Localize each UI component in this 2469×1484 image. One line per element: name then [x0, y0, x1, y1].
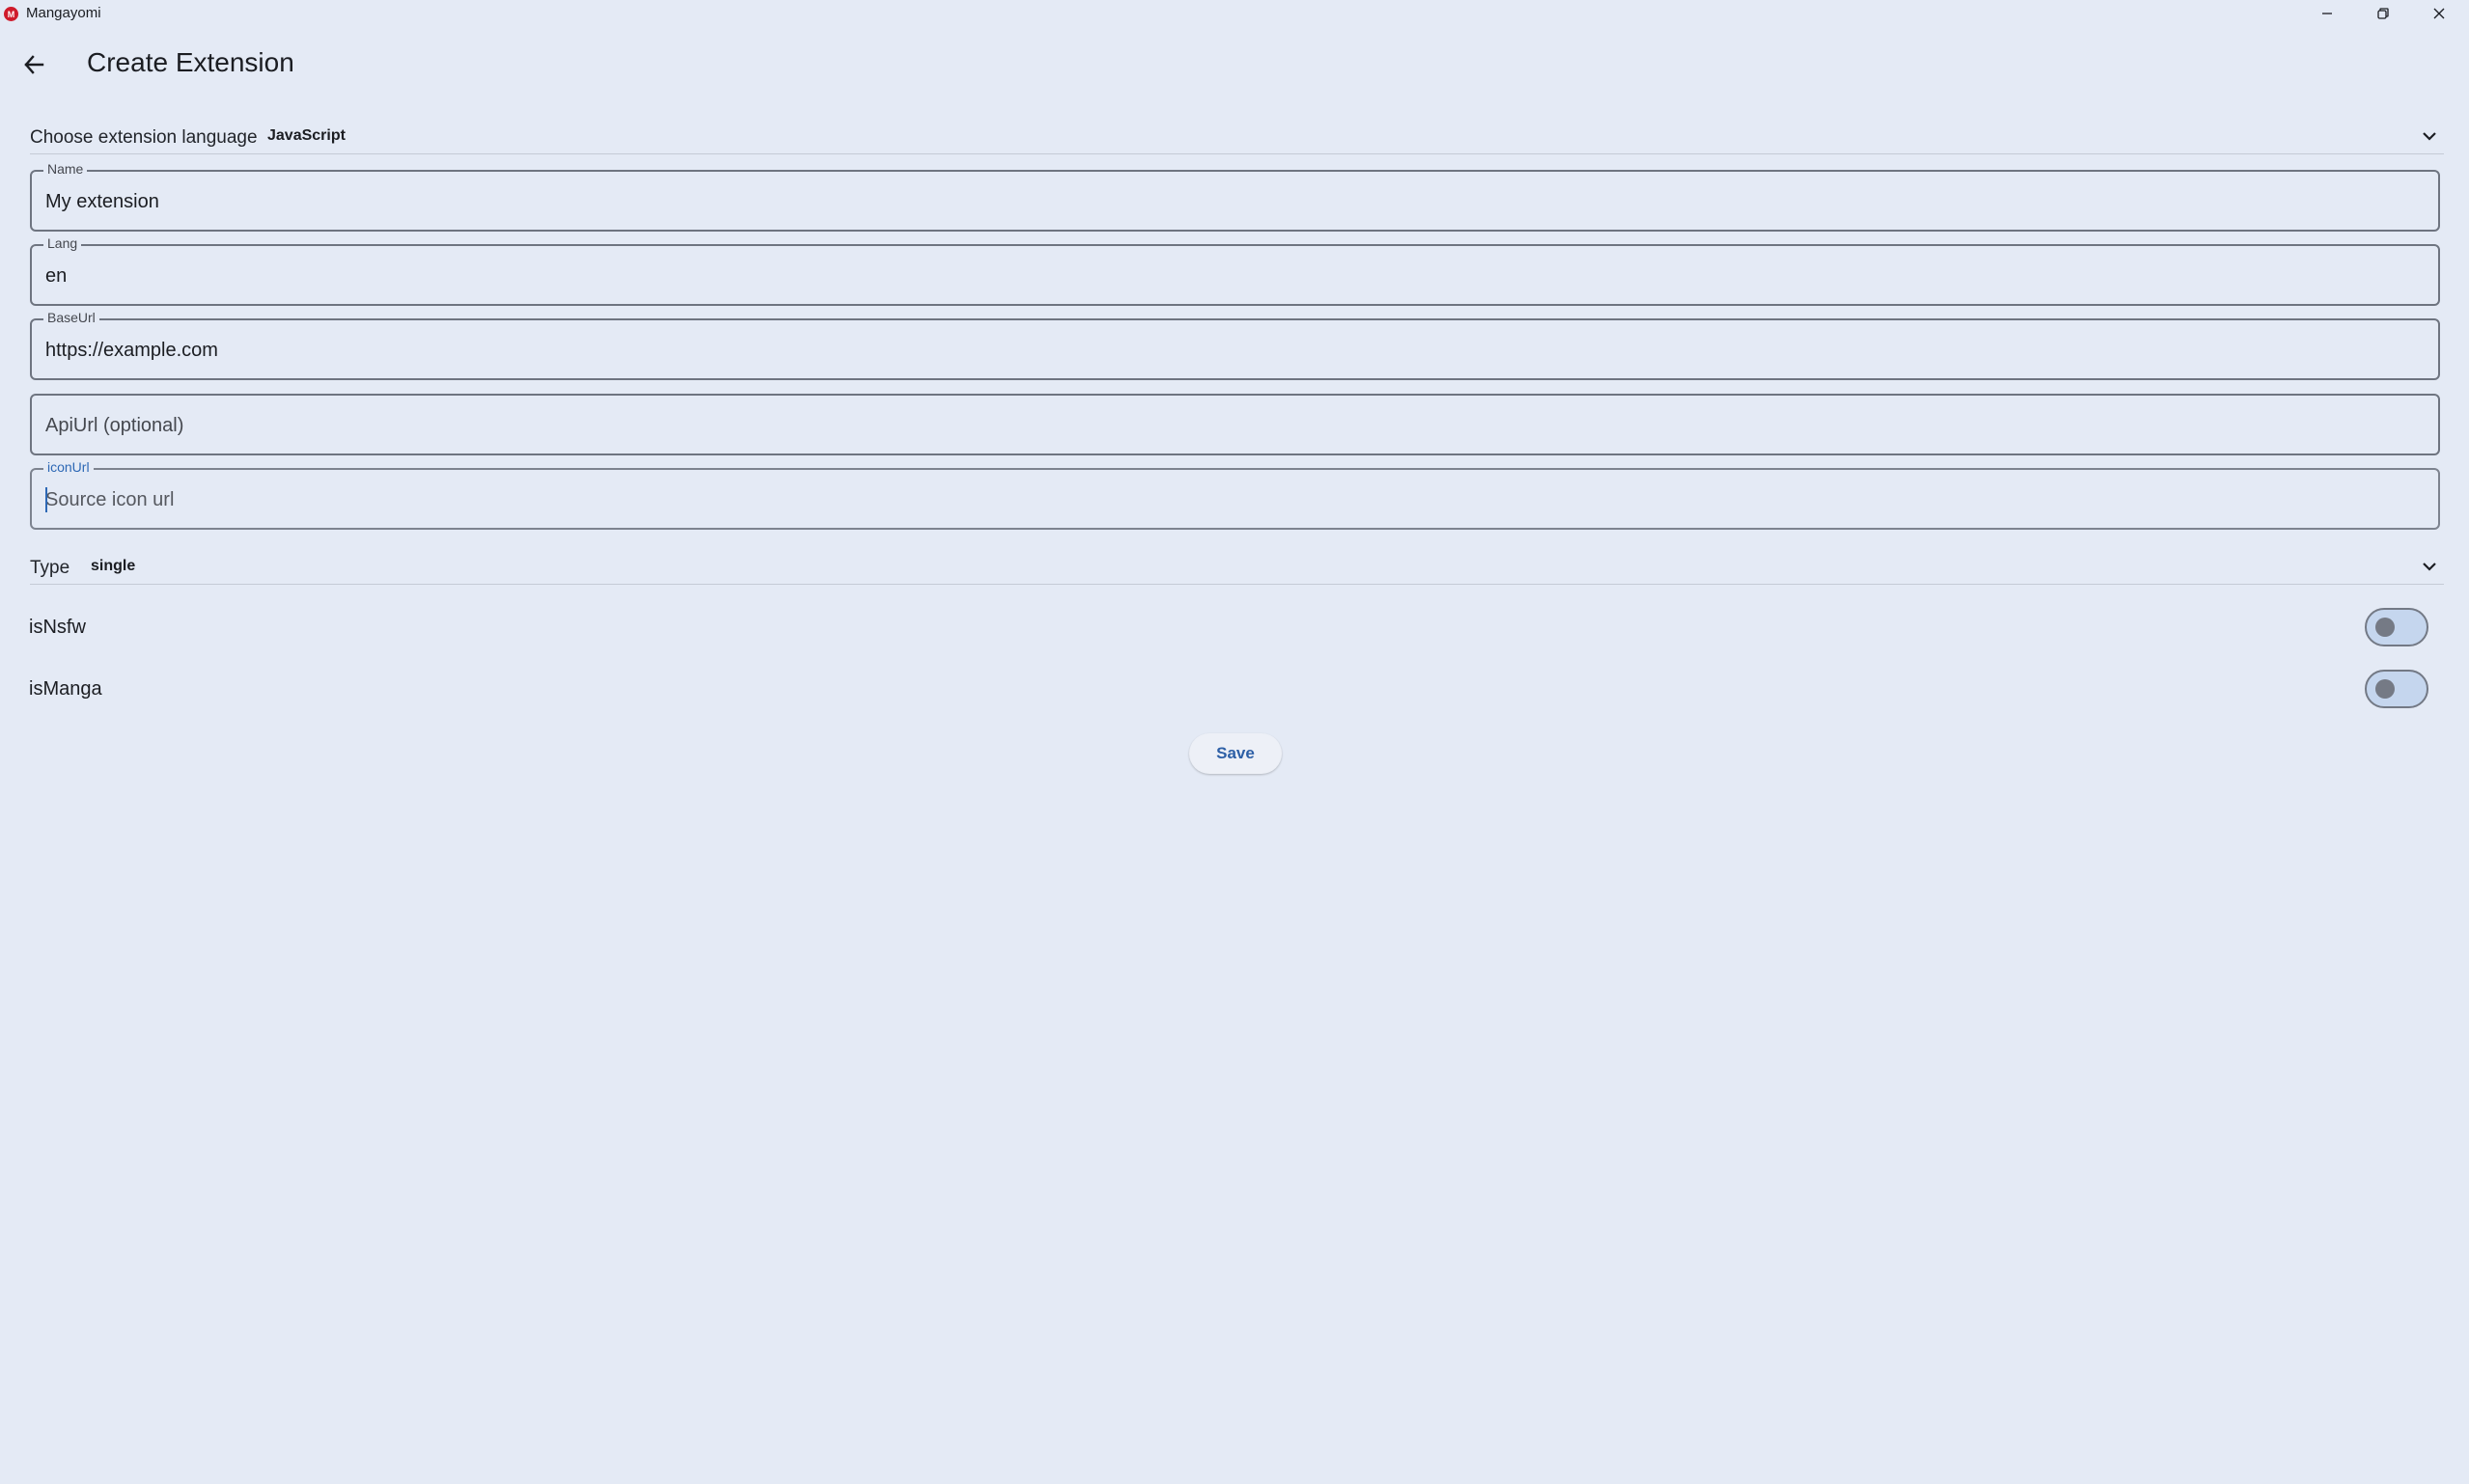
api-url-field[interactable]: ApiUrl (optional)	[30, 394, 2440, 455]
save-button[interactable]: Save	[1189, 733, 1282, 774]
switch-knob	[2375, 618, 2395, 637]
lang-field[interactable]: Lang en	[30, 235, 2440, 306]
icon-url-field-placeholder[interactable]: Source icon url	[45, 489, 174, 511]
chevron-down-icon[interactable]	[2421, 558, 2438, 575]
chevron-down-icon[interactable]	[2421, 127, 2438, 145]
is-nsfw-switch[interactable]	[2365, 608, 2428, 646]
close-icon	[2433, 8, 2445, 19]
icon-url-field[interactable]: iconUrl Source icon url	[30, 459, 2440, 530]
switch-knob	[2375, 679, 2395, 699]
minimize-button[interactable]	[2299, 0, 2355, 27]
restore-icon	[2377, 8, 2389, 19]
base-url-field[interactable]: BaseUrl https://example.com	[30, 310, 2440, 380]
lang-field-label: Lang	[43, 235, 82, 251]
close-window-button[interactable]	[2411, 0, 2467, 27]
is-nsfw-row: isNsfw	[29, 606, 2444, 648]
arrow-left-icon	[24, 55, 44, 74]
extension-language-label: Choose extension language	[30, 127, 258, 148]
type-select[interactable]: Type single	[30, 552, 2444, 585]
name-field[interactable]: Name My extension	[30, 161, 2440, 232]
lang-field-value[interactable]: en	[45, 265, 67, 288]
type-value[interactable]: single	[91, 558, 135, 575]
base-url-field-value[interactable]: https://example.com	[45, 340, 218, 362]
name-field-value[interactable]: My extension	[45, 191, 159, 213]
back-button[interactable]	[14, 44, 54, 85]
window-titlebar: M Mangayomi	[0, 0, 2469, 27]
type-label: Type	[30, 558, 70, 578]
text-cursor	[45, 487, 47, 512]
window-title: Mangayomi	[26, 5, 101, 21]
name-field-label: Name	[43, 161, 88, 177]
app-logo-icon: M	[4, 7, 18, 21]
is-manga-switch[interactable]	[2365, 670, 2428, 708]
icon-url-field-label: iconUrl	[43, 459, 94, 475]
restore-button[interactable]	[2355, 0, 2411, 27]
api-url-field-placeholder[interactable]: ApiUrl (optional)	[45, 415, 183, 437]
minimize-icon	[2322, 13, 2332, 14]
base-url-field-label: BaseUrl	[43, 310, 99, 325]
extension-language-value[interactable]: JavaScript	[267, 127, 346, 145]
extension-language-select[interactable]: Choose extension language JavaScript	[30, 120, 2444, 154]
is-manga-label: isManga	[29, 678, 102, 700]
is-manga-row: isManga	[29, 668, 2444, 710]
page-title: Create Extension	[87, 47, 294, 77]
is-nsfw-label: isNsfw	[29, 617, 86, 638]
